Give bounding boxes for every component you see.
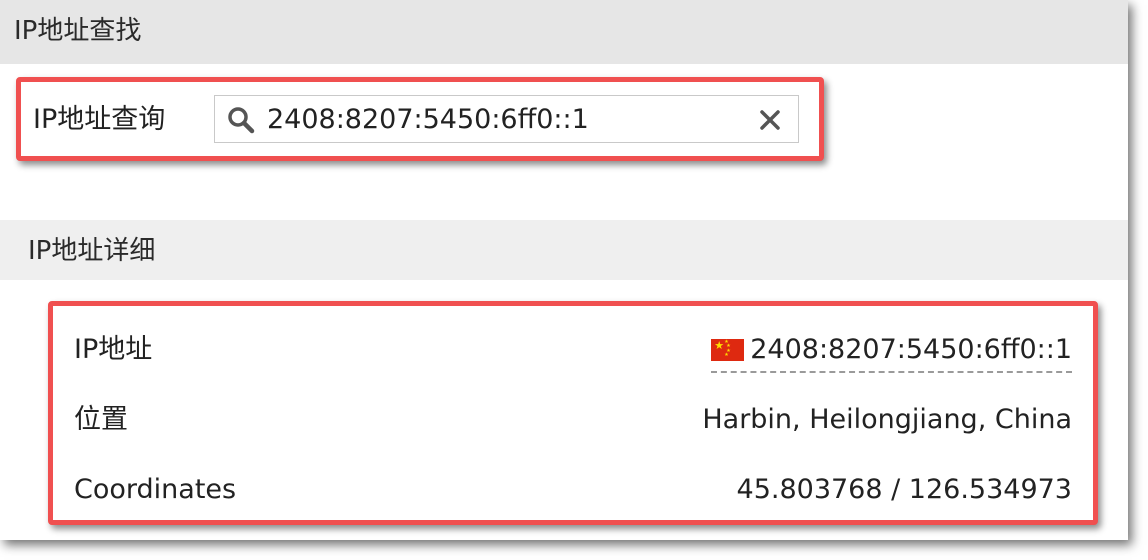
detail-row-coordinates: Coordinates 45.803768 / 126.534973: [53, 471, 1093, 511]
coordinates-value: 45.803768 / 126.534973: [736, 474, 1072, 505]
search-icon: [228, 107, 255, 134]
lookup-section-header: IP地址查找: [0, 0, 1128, 64]
ip-address-link[interactable]: ★ ★ ★ ★ ★ 2408:8207:5450:6ff0::1: [711, 335, 1072, 373]
coordinates-label: Coordinates: [74, 474, 237, 505]
query-label: IP地址查询: [33, 104, 166, 135]
lookup-section-title: IP地址查找: [14, 16, 142, 46]
ip-address-text: 2408:8207:5450:6ff0::1: [750, 334, 1072, 365]
detail-row-location: 位置 Harbin, Heilongjiang, China: [53, 401, 1093, 441]
flag-star-icon: ★: [714, 339, 725, 352]
ip-value: ★ ★ ★ ★ ★ 2408:8207:5450:6ff0::1: [711, 335, 1072, 373]
location-value: Harbin, Heilongjiang, China: [702, 404, 1072, 435]
details-highlight-box: IP地址 ★ ★ ★ ★ ★ 2408:8207:5450:6ff0::1 位置…: [48, 301, 1098, 525]
details-section-title: IP地址详细: [28, 236, 156, 266]
china-flag-icon: ★ ★ ★ ★ ★: [711, 339, 745, 361]
flag-star-icon: ★: [724, 352, 729, 358]
ip-lookup-panel: IP地址查找 IP地址查询 IP地址详细 IP地址 ★: [0, 0, 1128, 540]
close-icon[interactable]: [758, 108, 782, 132]
detail-row-ip: IP地址 ★ ★ ★ ★ ★ 2408:8207:5450:6ff0::1: [53, 331, 1093, 373]
location-label: 位置: [74, 404, 128, 435]
search-highlight-box: IP地址查询: [16, 77, 824, 161]
search-input[interactable]: [267, 102, 737, 136]
details-section-header: IP地址详细: [0, 220, 1128, 280]
search-box[interactable]: [214, 95, 799, 143]
ip-label: IP地址: [74, 334, 153, 365]
